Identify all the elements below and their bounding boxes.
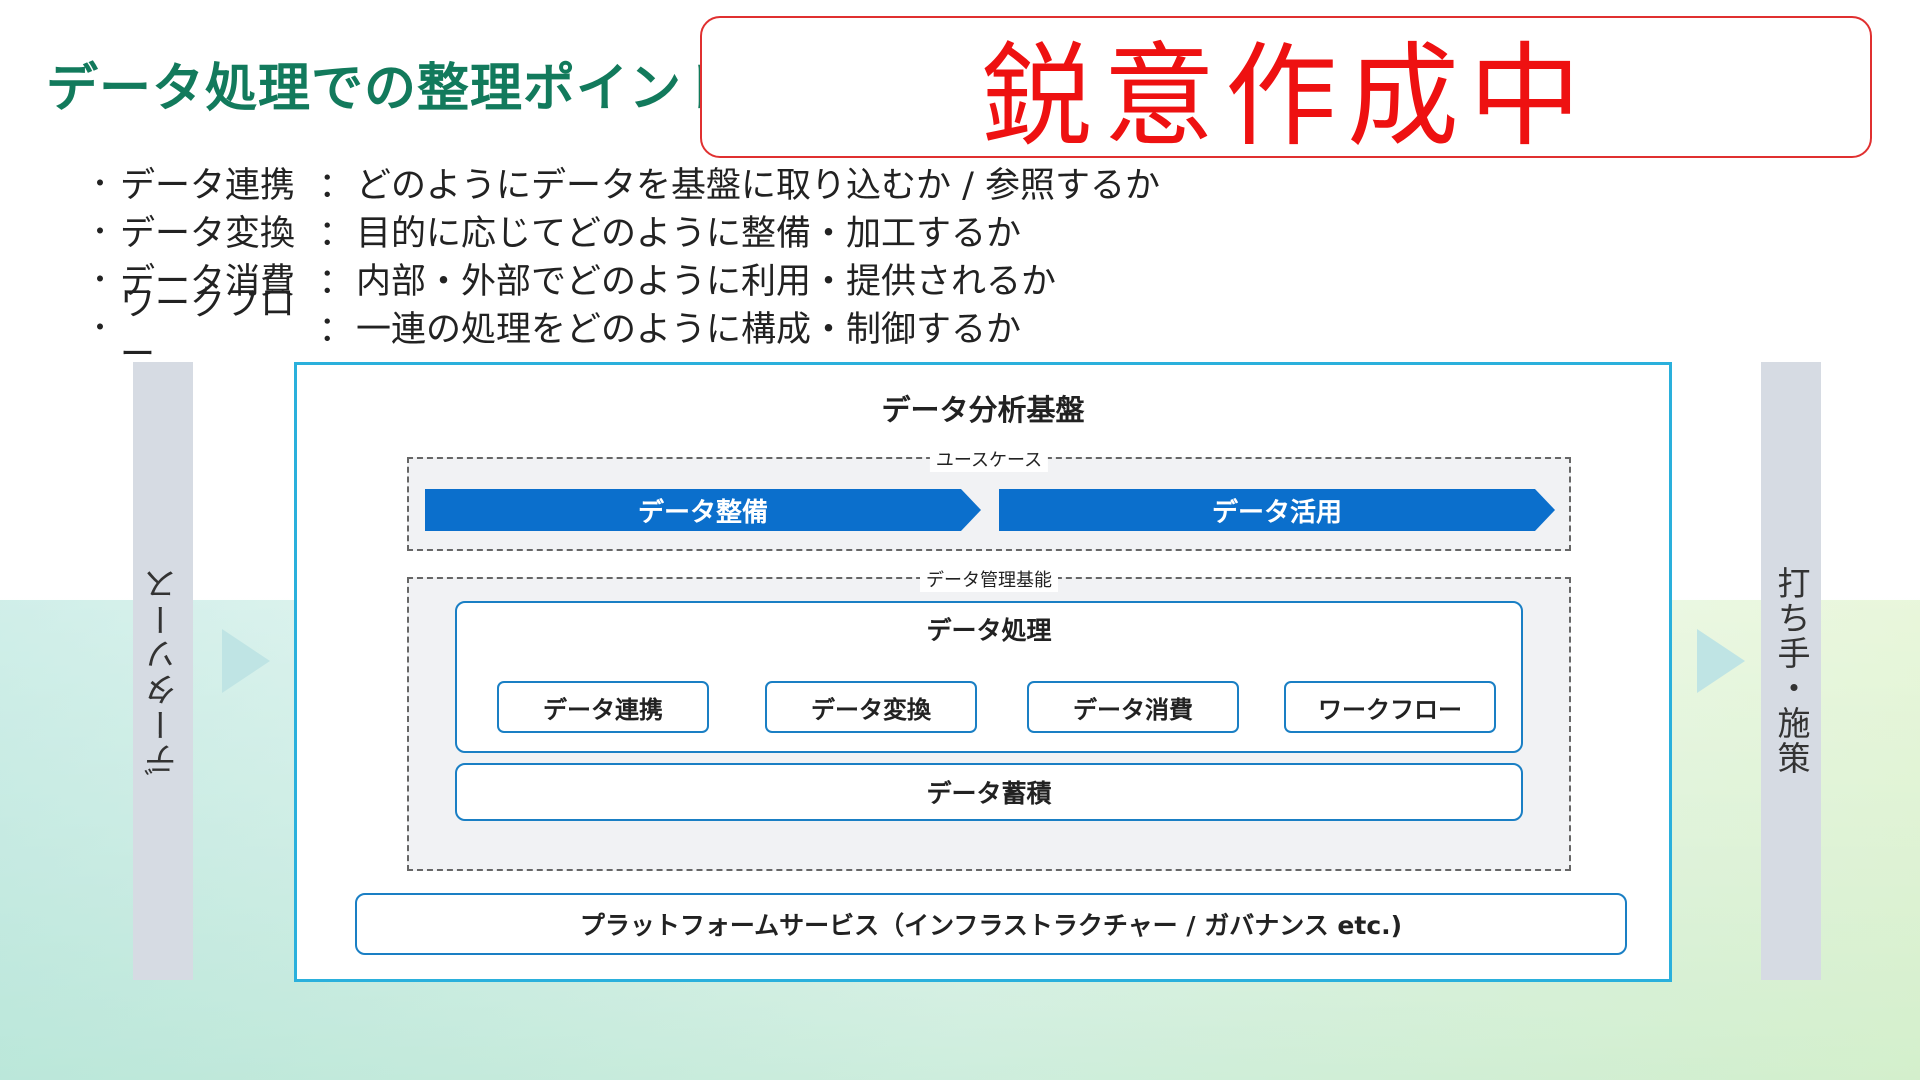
data-processing-title: データ処理 bbox=[926, 616, 1052, 645]
stamp-text: 鋭意作成中 bbox=[981, 32, 1591, 162]
actions-bar: 打ち手・施策 bbox=[1761, 362, 1821, 980]
flow-arrow-in-icon bbox=[222, 629, 270, 693]
data-management-label: データ管理基能 bbox=[920, 566, 1058, 592]
bullet-list: ・ データ連携 ： どのようにデータを基盤に取り込むか / 参照するか ・ デー… bbox=[80, 158, 1160, 376]
bullet-separator: ： bbox=[318, 309, 354, 350]
data-source-label: データソース bbox=[143, 566, 182, 776]
bullet-separator: ： bbox=[318, 261, 354, 302]
data-processing-box: データ処理 データ連携 データ変換 データ消費 ワークフロー bbox=[455, 601, 1523, 753]
data-storage-label: データ蓄積 bbox=[926, 779, 1052, 808]
bullet-marker: ・ bbox=[85, 215, 114, 248]
chip-data-consumption: データ消費 bbox=[1027, 681, 1239, 733]
bullet-description: どのようにデータを基盤に取り込むか / 参照するか bbox=[356, 165, 1161, 206]
bullet-marker: ・ bbox=[85, 311, 114, 344]
bullet-description: 一連の処理をどのように構成・制御するか bbox=[356, 309, 1022, 350]
bullet-description: 目的に応じてどのように整備・加工するか bbox=[356, 213, 1022, 254]
bullet-separator: ： bbox=[318, 213, 354, 254]
bullet-separator: ： bbox=[318, 165, 354, 206]
chip-label: データ連携 bbox=[543, 695, 663, 724]
bullet-item: ・ データ変換 ： 目的に応じてどのように整備・加工するか bbox=[80, 206, 1160, 254]
bullet-item: ・ ワークフロー ： 一連の処理をどのように構成・制御するか bbox=[80, 284, 1160, 375]
flow-arrow-out-icon bbox=[1697, 629, 1745, 693]
data-storage-box: データ蓄積 bbox=[455, 763, 1523, 821]
arrow-label: データ活用 bbox=[1211, 497, 1342, 528]
actions-label: 打ち手・施策 bbox=[1772, 566, 1811, 776]
chip-label: データ変換 bbox=[811, 695, 931, 724]
arrow-label: データ整備 bbox=[637, 497, 768, 528]
arrow-data-preparation: データ整備 bbox=[425, 489, 981, 531]
platform-services-label: プラットフォームサービス（インフラストラクチャー / ガバナンス etc.) bbox=[579, 911, 1403, 940]
data-platform-frame: データ分析基盤 ユースケース データ整備 データ活用 データ管理基能 データ処理… bbox=[294, 362, 1672, 982]
chip-label: ワークフロー bbox=[1318, 695, 1462, 724]
chip-data-integration: データ連携 bbox=[497, 681, 709, 733]
data-management-group: データ管理基能 データ処理 データ連携 データ変換 データ消費 ワークフロー デ… bbox=[407, 566, 1571, 871]
usecase-group: ユースケース データ整備 データ活用 bbox=[407, 446, 1571, 551]
bullet-marker: ・ bbox=[85, 167, 114, 200]
page-title: データ処理での整理ポイント bbox=[46, 59, 736, 119]
data-source-bar: データソース bbox=[133, 362, 193, 980]
chip-data-transformation: データ変換 bbox=[765, 681, 977, 733]
arrow-data-utilization: データ活用 bbox=[999, 489, 1555, 531]
bullet-term: データ変換 bbox=[120, 213, 296, 254]
chip-label: データ消費 bbox=[1073, 695, 1193, 724]
work-in-progress-stamp: 鋭意作成中 bbox=[700, 16, 1872, 162]
frame-title: データ分析基盤 bbox=[881, 393, 1085, 427]
bullet-item: ・ データ連携 ： どのようにデータを基盤に取り込むか / 参照するか bbox=[80, 158, 1160, 206]
chip-workflow: ワークフロー bbox=[1284, 681, 1496, 733]
usecase-label: ユースケース bbox=[929, 446, 1049, 472]
bullet-marker: ・ bbox=[85, 263, 114, 296]
bullet-description: 内部・外部でどのように利用・提供されるか bbox=[356, 261, 1057, 302]
platform-services-box: プラットフォームサービス（インフラストラクチャー / ガバナンス etc.) bbox=[355, 893, 1627, 955]
bullet-term: データ連携 bbox=[120, 165, 296, 206]
